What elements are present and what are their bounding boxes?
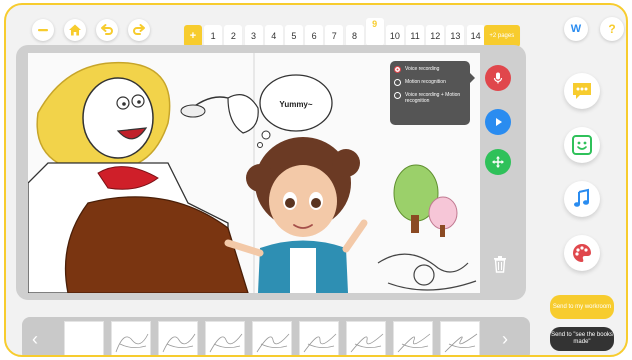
- add-page-button[interactable]: +: [184, 25, 202, 47]
- radio-selected[interactable]: [394, 66, 401, 73]
- minus-button[interactable]: [32, 19, 54, 41]
- palette-button[interactable]: [564, 235, 600, 271]
- page-thumbnail[interactable]: [346, 321, 386, 355]
- undo-icon: [101, 24, 113, 35]
- send-to-workroom-label: Send to my workroom: [552, 303, 612, 310]
- home-button[interactable]: [64, 19, 86, 41]
- speech-bubble-button[interactable]: [564, 73, 600, 109]
- page-thumbnail[interactable]: [158, 321, 198, 355]
- sticker-face-icon: [572, 135, 592, 155]
- move-icon: [492, 156, 504, 168]
- thumbnail-sketch: [397, 333, 431, 353]
- record-option-voice-motion[interactable]: Voice recording + Motion recognition: [394, 92, 466, 104]
- page-tab-1[interactable]: 1: [204, 25, 223, 47]
- page-tab-11[interactable]: 11: [406, 25, 425, 47]
- thumbnail-sketch: [256, 333, 290, 353]
- music-note-icon: [574, 188, 589, 207]
- page-thumbnail[interactable]: [440, 321, 480, 355]
- thumbnail-sketch: [350, 333, 384, 353]
- page-tab-14[interactable]: 14: [466, 25, 485, 47]
- page-thumbnail[interactable]: [252, 321, 292, 355]
- play-button[interactable]: [485, 109, 511, 135]
- help-label: ?: [608, 22, 616, 36]
- popup-arrow: [470, 73, 475, 83]
- record-option-motion[interactable]: Motion recognition: [394, 79, 466, 86]
- send-to-books-button[interactable]: Send to "see the books made": [550, 327, 614, 351]
- record-mode-popup: Voice recording Motion recognition Voice…: [390, 61, 475, 125]
- music-button[interactable]: [564, 181, 600, 217]
- page-tab-13[interactable]: 13: [446, 25, 465, 47]
- trash-icon[interactable]: [492, 255, 508, 273]
- logo-button[interactable]: W: [564, 17, 588, 41]
- redo-button[interactable]: [128, 19, 150, 41]
- minus-icon: [38, 29, 48, 32]
- page-tab-6[interactable]: 6: [305, 25, 324, 47]
- thumbnail-sketch: [303, 333, 337, 353]
- radio-unselected[interactable]: [394, 79, 401, 86]
- move-button[interactable]: [485, 149, 511, 175]
- send-to-books-label: Send to "see the books made": [551, 332, 613, 345]
- page-tab-12[interactable]: 12: [426, 25, 445, 47]
- page-thumbnail[interactable]: [393, 321, 433, 355]
- record-option-voice[interactable]: Voice recording: [394, 66, 466, 73]
- page-tab-current[interactable]: 9: [365, 18, 384, 46]
- microphone-icon: [493, 72, 503, 84]
- page-thumbnail[interactable]: [299, 321, 339, 355]
- page-thumbnail[interactable]: [205, 321, 245, 355]
- radio-unselected[interactable]: [394, 92, 401, 99]
- page-tab-10[interactable]: 10: [385, 25, 404, 47]
- thumbnail-sketch: [115, 333, 149, 353]
- thumbnail-sketch: [209, 333, 243, 353]
- help-button[interactable]: ?: [600, 17, 624, 41]
- undo-button[interactable]: [96, 19, 118, 41]
- palette-icon: [573, 244, 591, 262]
- record-option-label: Motion recognition: [405, 79, 446, 85]
- record-button[interactable]: [485, 65, 511, 91]
- thumbnail-sketch: [162, 333, 196, 353]
- thumbnail-sketch: [444, 333, 478, 353]
- page-tab-7[interactable]: 7: [325, 25, 344, 47]
- record-option-label: Voice recording + Motion recognition: [405, 92, 461, 104]
- page-thumbnail[interactable]: [111, 321, 151, 355]
- redo-icon: [133, 24, 145, 35]
- play-icon: [496, 118, 502, 126]
- page-tab-4[interactable]: 4: [264, 25, 283, 47]
- speech-bubble-icon: [573, 83, 591, 99]
- page-thumbnail[interactable]: [64, 321, 104, 355]
- thumbnail-prev-button[interactable]: ‹: [32, 329, 38, 350]
- thumbnail-bar: ‹ ›: [22, 317, 530, 355]
- speech-bubble-text: Yummy~: [279, 100, 312, 109]
- thumbnail-next-button[interactable]: ›: [502, 329, 508, 350]
- sticker-button[interactable]: [564, 127, 600, 163]
- page-tab-2[interactable]: 2: [224, 25, 243, 47]
- send-to-workroom-button[interactable]: Send to my workroom: [550, 295, 614, 319]
- page-tab-5[interactable]: 5: [284, 25, 303, 47]
- add-pages-button[interactable]: +2 pages: [483, 25, 520, 47]
- record-option-label: Voice recording: [405, 66, 440, 72]
- app-frame: + 1 2 3 4 5 6 7 8 9 10 11 12 13 14 +2 pa…: [4, 3, 628, 357]
- page-tab-8[interactable]: 8: [345, 25, 364, 47]
- logo-letter: W: [570, 23, 582, 35]
- home-icon: [69, 24, 81, 36]
- page-tab-3[interactable]: 3: [244, 25, 263, 47]
